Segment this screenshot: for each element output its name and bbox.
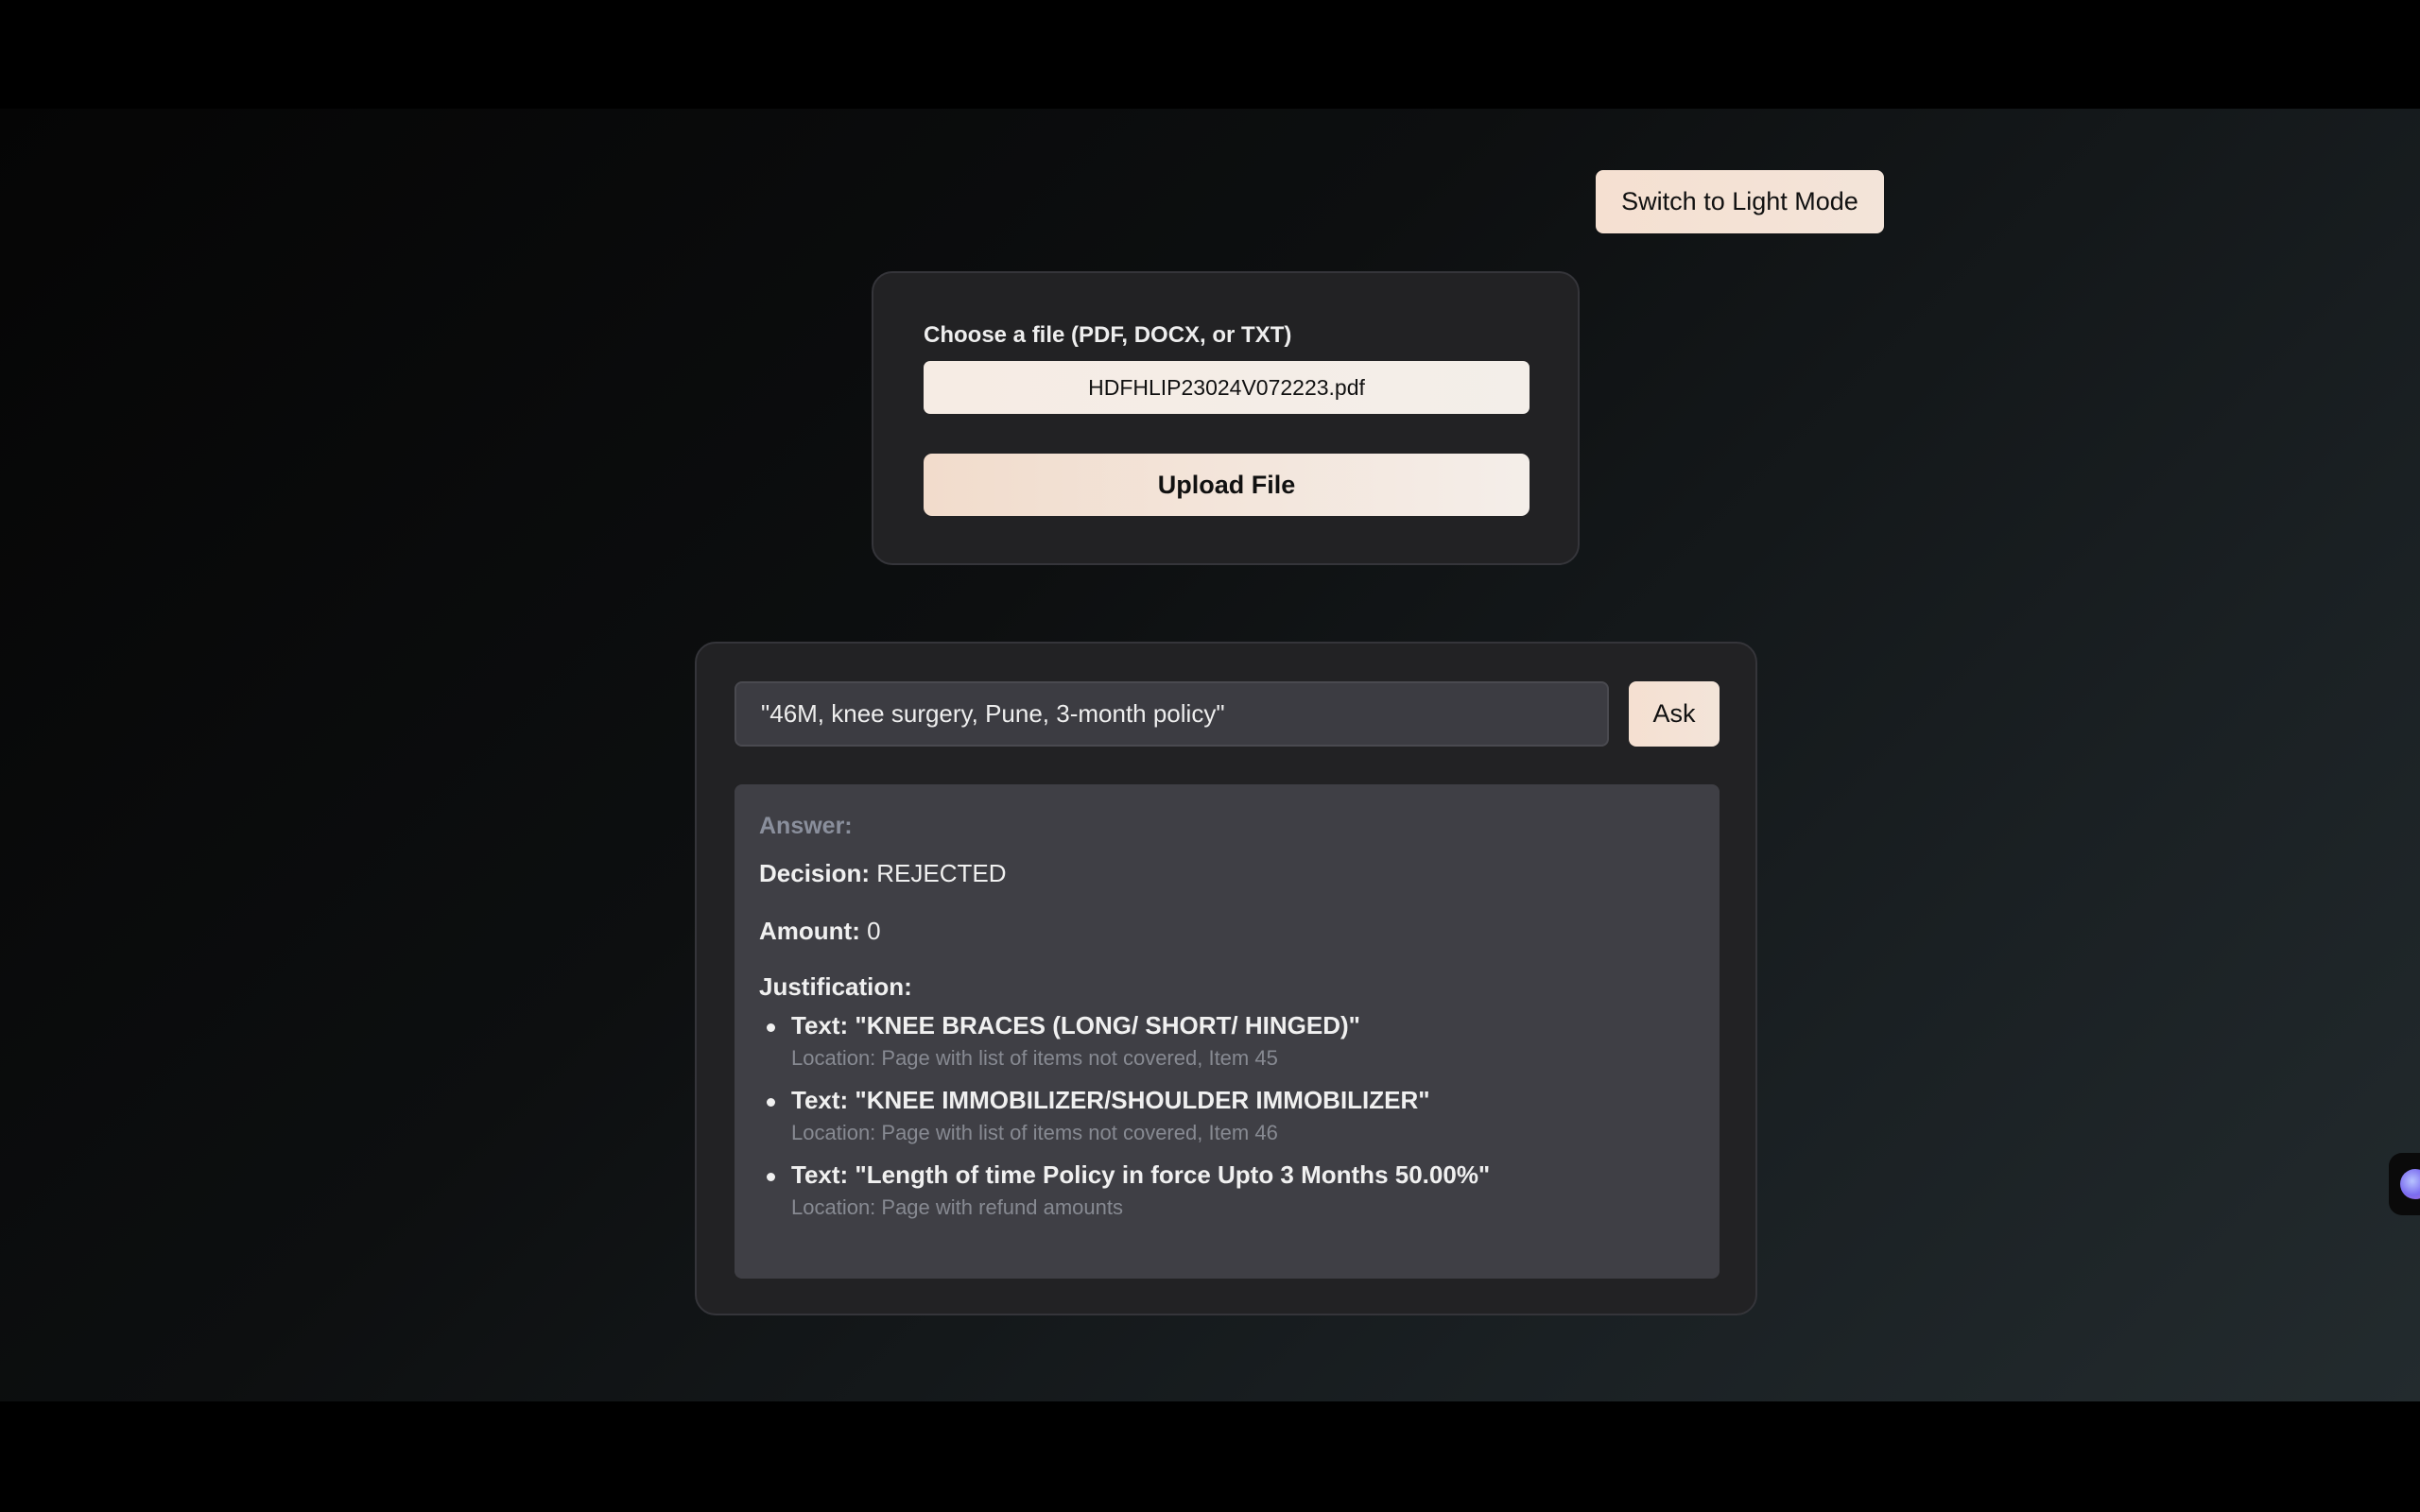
file-input[interactable]: HDFHLIP23024V072223.pdf	[924, 361, 1530, 414]
query-input[interactable]: "46M, knee surgery, Pune, 3-month policy…	[735, 681, 1609, 747]
amount-row: Amount: 0	[759, 917, 1695, 946]
theme-toggle-button[interactable]: Switch to Light Mode	[1596, 170, 1884, 233]
upload-file-button[interactable]: Upload File	[924, 454, 1530, 516]
ask-button[interactable]: Ask	[1629, 681, 1720, 747]
amount-label: Amount:	[759, 917, 860, 945]
answer-heading: Answer:	[759, 813, 853, 839]
decision-row: Decision: REJECTED	[759, 859, 1695, 888]
justification-text: Text: "Length of time Policy in force Up…	[791, 1160, 1491, 1189]
justification-location: Location: Page with list of items not co…	[791, 1121, 1278, 1144]
query-card: "46M, knee surgery, Pune, 3-month policy…	[695, 642, 1757, 1315]
amount-value: 0	[867, 917, 881, 945]
justification-item: Text: "Length of time Policy in force Up…	[765, 1160, 1695, 1220]
justification-location: Location: Page with list of items not co…	[791, 1046, 1278, 1070]
justification-list: Text: "KNEE BRACES (LONG/ SHORT/ HINGED)…	[759, 1011, 1695, 1220]
page-background: Switch to Light Mode Choose a file (PDF,…	[0, 109, 2420, 1401]
justification-text: Text: "KNEE BRACES (LONG/ SHORT/ HINGED)…	[791, 1011, 1360, 1040]
file-chooser-label: Choose a file (PDF, DOCX, or TXT)	[924, 322, 1292, 348]
justification-location: Location: Page with refund amounts	[791, 1195, 1124, 1219]
upload-card: Choose a file (PDF, DOCX, or TXT) HDFHLI…	[872, 271, 1580, 565]
justification-text: Text: "KNEE IMMOBILIZER/SHOULDER IMMOBIL…	[791, 1086, 1430, 1114]
assistant-widget-button[interactable]	[2389, 1153, 2420, 1215]
justification-item: Text: "KNEE IMMOBILIZER/SHOULDER IMMOBIL…	[765, 1086, 1695, 1145]
answer-panel: Answer: Decision: REJECTED Amount: 0 Jus…	[735, 784, 1720, 1279]
justification-heading: Justification:	[759, 972, 912, 1001]
decision-label: Decision:	[759, 859, 871, 887]
assistant-orb-icon	[2400, 1169, 2420, 1199]
justification-item: Text: "KNEE BRACES (LONG/ SHORT/ HINGED)…	[765, 1011, 1695, 1071]
decision-value: REJECTED	[876, 859, 1007, 887]
